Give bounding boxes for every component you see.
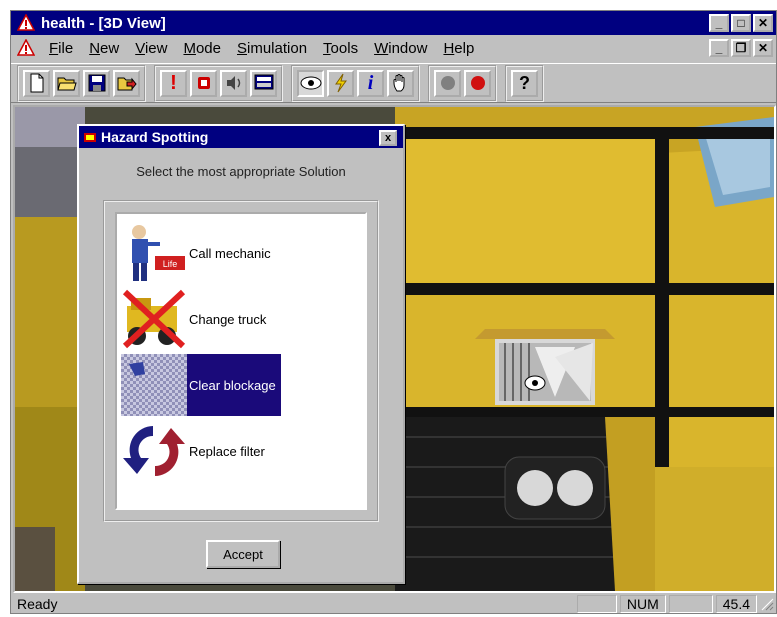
- accept-button[interactable]: Accept: [206, 540, 280, 568]
- open-folder-icon: [56, 77, 77, 91]
- maximize-button[interactable]: □: [731, 14, 751, 32]
- vent-grille: [499, 343, 593, 401]
- save-button[interactable]: [83, 69, 110, 97]
- lightning-icon: [334, 73, 347, 93]
- menu-simulation[interactable]: Simulation: [229, 40, 315, 57]
- menu-simulation-label: Simulation: [237, 39, 308, 57]
- export-button[interactable]: [113, 69, 140, 97]
- menu-tools-label: Tools: [323, 39, 359, 57]
- status-bar: Ready NUM 45.4: [11, 594, 776, 614]
- dialog-title-bar[interactable]: Hazard Spotting x: [79, 126, 403, 148]
- save-icon: [88, 74, 105, 92]
- monitor-button[interactable]: [250, 69, 277, 97]
- dialog-prompt: Select the most appropriate Solution: [136, 164, 346, 179]
- menu-help-label: Help: [443, 39, 475, 57]
- info-button[interactable]: i: [357, 69, 384, 97]
- info-icon: i: [367, 71, 374, 94]
- eye-hotspot-icon: [524, 375, 546, 391]
- crossed-truck-icon: [121, 288, 187, 350]
- new-file-icon: [30, 73, 43, 93]
- menu-window-label: Window: [374, 39, 428, 57]
- hand-icon: [393, 74, 404, 92]
- new-file-button[interactable]: [23, 69, 50, 97]
- help-button[interactable]: ?: [511, 69, 538, 97]
- monitor-icon: [254, 74, 273, 90]
- dialog-close-button[interactable]: x: [379, 130, 397, 146]
- help-icon: ?: [519, 72, 530, 93]
- eye-icon: [300, 76, 321, 90]
- gray-record-icon: [440, 76, 455, 90]
- alert-icon: !: [170, 71, 177, 94]
- mechanic-badge-text: Life: [163, 259, 178, 269]
- document-warning-icon[interactable]: [17, 39, 35, 57]
- status-value: 45.4: [715, 595, 757, 613]
- status-pane-empty-2: [668, 595, 713, 613]
- option-replace-filter-label: Replace filter: [189, 443, 265, 459]
- menu-tools[interactable]: Tools: [315, 40, 366, 57]
- menu-file[interactable]: File: [41, 40, 81, 57]
- stop-button[interactable]: [190, 69, 217, 97]
- alert-button[interactable]: !: [160, 69, 187, 97]
- toolbar: ! i ?: [11, 63, 776, 103]
- red-record-button[interactable]: [464, 69, 491, 97]
- hazard-dialog-icon: [84, 133, 96, 142]
- menu-new[interactable]: New: [81, 40, 127, 57]
- hand-button[interactable]: [387, 69, 414, 97]
- hazard-spotting-dialog: Hazard Spotting x Select the most approp…: [77, 124, 405, 584]
- export-icon: [117, 77, 137, 91]
- option-replace-filter[interactable]: Replace filter: [121, 420, 281, 482]
- replace-arrows-icon: [121, 420, 187, 482]
- menu-view-label: View: [135, 39, 168, 57]
- blockage-icon: [121, 354, 187, 416]
- option-change-truck-label: Change truck: [189, 311, 267, 327]
- option-change-truck[interactable]: Change truck: [121, 288, 281, 350]
- lightning-button[interactable]: [327, 69, 354, 97]
- title-bar[interactable]: health - [3D View] _ □ ✕: [11, 11, 776, 35]
- minimize-button[interactable]: _: [709, 14, 729, 32]
- option-clear-blockage-label: Clear blockage: [189, 377, 276, 393]
- solution-list[interactable]: Life Call mechanic Change truck Clear bl…: [115, 212, 367, 510]
- option-call-mechanic-label: Call mechanic: [189, 245, 271, 261]
- status-text: Ready: [17, 596, 58, 612]
- close-button[interactable]: ✕: [753, 14, 773, 32]
- speaker-button[interactable]: [220, 69, 247, 97]
- mdi-restore-button[interactable]: ❐: [731, 39, 751, 57]
- menu-mode[interactable]: Mode: [175, 40, 229, 57]
- menu-view[interactable]: View: [127, 40, 175, 57]
- mechanic-icon: Life: [121, 222, 187, 284]
- red-record-icon: [470, 76, 485, 90]
- menu-file-label: File: [49, 39, 74, 57]
- speaker-icon: [226, 76, 240, 90]
- mdi-close-button[interactable]: ✕: [753, 39, 773, 57]
- view-tools-group: i: [291, 64, 420, 102]
- option-clear-blockage[interactable]: Clear blockage: [121, 354, 281, 416]
- dialog-title: Hazard Spotting: [101, 129, 209, 145]
- open-button[interactable]: [53, 69, 80, 97]
- sim-tools-group: !: [154, 64, 283, 102]
- num-lock-indicator: NUM: [619, 595, 666, 613]
- gray-record-button[interactable]: [434, 69, 461, 97]
- option-call-mechanic[interactable]: Life Call mechanic: [121, 222, 281, 284]
- stop-icon: [197, 77, 210, 89]
- help-tools-group: ?: [505, 64, 544, 102]
- warning-triangle-icon: [17, 14, 35, 31]
- window-title: health - [3D View]: [41, 14, 166, 32]
- menu-mode-label: Mode: [183, 39, 221, 57]
- menu-help[interactable]: Help: [435, 40, 482, 57]
- solution-group-frame: Life Call mechanic Change truck Clear bl…: [103, 200, 379, 522]
- menu-window[interactable]: Window: [366, 40, 435, 57]
- menu-new-label: New: [89, 39, 120, 57]
- eye-button[interactable]: [297, 69, 324, 97]
- record-tools-group: [428, 64, 497, 102]
- resize-grip-icon[interactable]: [760, 597, 774, 611]
- mdi-minimize-button[interactable]: _: [709, 39, 729, 57]
- status-pane-empty: [576, 595, 617, 613]
- file-tools-group: [17, 64, 146, 102]
- menu-bar: File New View Mode Simulation Tools Wind…: [11, 35, 776, 61]
